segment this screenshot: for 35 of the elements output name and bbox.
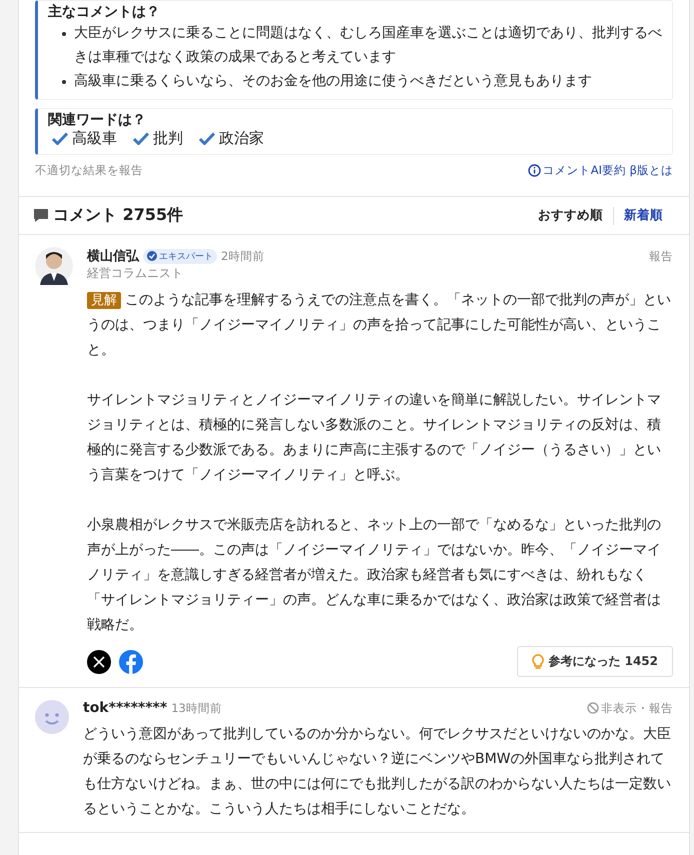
- check-icon: [133, 132, 149, 145]
- related-word[interactable]: 高級車: [72, 129, 117, 148]
- related-word[interactable]: 批判: [153, 129, 183, 148]
- expert-badge: エキスパート: [143, 248, 217, 264]
- comment-text: 小泉農相がレクサスで米販売店を訪れると、ネット上の一部で「なめるな」といった批判の声が上がった――。この声は「ノイジーマイノリティ」ではないか。昨今、「ノイジーマイノリティ」を意識しすぎる経営者が増えた。政治家も経営者も気にすべきは、紛れもなく「サイレントマジョリティー」の声。どんな車に乗るかではなく、政治家は政策で経営者は戦略だ。: [87, 516, 662, 635]
- post-time: 13時間前: [171, 700, 222, 716]
- block-icon: [587, 702, 599, 714]
- sort-tab[interactable]: 新着順: [614, 205, 673, 226]
- comment-text: どういう意図があって批判しているのか分からない。何でレクサスだといけないのかな。大臣が乗るのならセンチュリーでもいいんじゃない？逆にベンツやBMWの外国車なら批判されても仕方ないけどね。まぁ、世の中には何にでも批判したがる訳のわからない人たちは一定数いるということかな。こういう人たちは相手にしないことだな。: [83, 725, 672, 819]
- related-heading: 関連ワードは？: [48, 111, 147, 129]
- check-icon: [52, 132, 68, 145]
- comment-icon: [33, 208, 49, 223]
- author-name[interactable]: 横山信弘: [87, 247, 139, 265]
- check-icon: [199, 132, 215, 145]
- report-link[interactable]: 不適切な結果を報告: [35, 163, 143, 178]
- comments-title: コメント 2755件: [53, 205, 184, 226]
- info-icon: [528, 164, 541, 177]
- summary-heading: 主なコメントは？: [48, 3, 161, 21]
- report-link[interactable]: 報告: [649, 248, 673, 264]
- author-role: 経営コラムニスト: [87, 265, 184, 282]
- post-time: 2時間前: [221, 248, 264, 264]
- sort-tab[interactable]: おすすめ順: [528, 205, 613, 226]
- author-name[interactable]: tok********: [83, 700, 168, 716]
- comment-text: 見解 このような記事を理解するうえでの注意点を書く。「ネットの一部で批判の声が」というのは、つまり「ノイジーマイノリティ」の声を拾って記事にした可能性が高い、ということ。: [87, 291, 672, 360]
- helpful-button[interactable]: 参考になった 1452: [517, 646, 673, 677]
- summary-point: 高級車に乗るくらいなら、そのお金を他の用途に使うべきだという意見もあります: [62, 69, 662, 93]
- comment-text: サイレントマジョリティとノイジーマイノリティの違いを簡単に解説したい。サイレントマジョリティとは、積極的に発言しない多数派のこと。サイレントマジョリティの反対は、積極的に発言する少数派である。あまりに声高に主張するので「ノイジー（うるさい）」という言葉をつけて「ノイジーマイノリティ」と呼ぶ。: [87, 391, 662, 485]
- lightbulb-icon: [532, 654, 544, 670]
- about-link[interactable]: コメントAI要約 β版とは: [542, 163, 673, 178]
- x-share-icon[interactable]: [87, 650, 111, 674]
- facebook-share-icon[interactable]: [119, 650, 143, 674]
- avatar-icon: [35, 700, 69, 734]
- related-word[interactable]: 政治家: [219, 129, 264, 148]
- hide-report-link[interactable]: 非表示・報告: [587, 700, 673, 716]
- summary-point: 大臣がレクサスに乗ることに問題はなく、むしろ国産車を選ぶことは適切であり、批判するべきは車種ではなく政策の成果であると考えています: [62, 21, 662, 69]
